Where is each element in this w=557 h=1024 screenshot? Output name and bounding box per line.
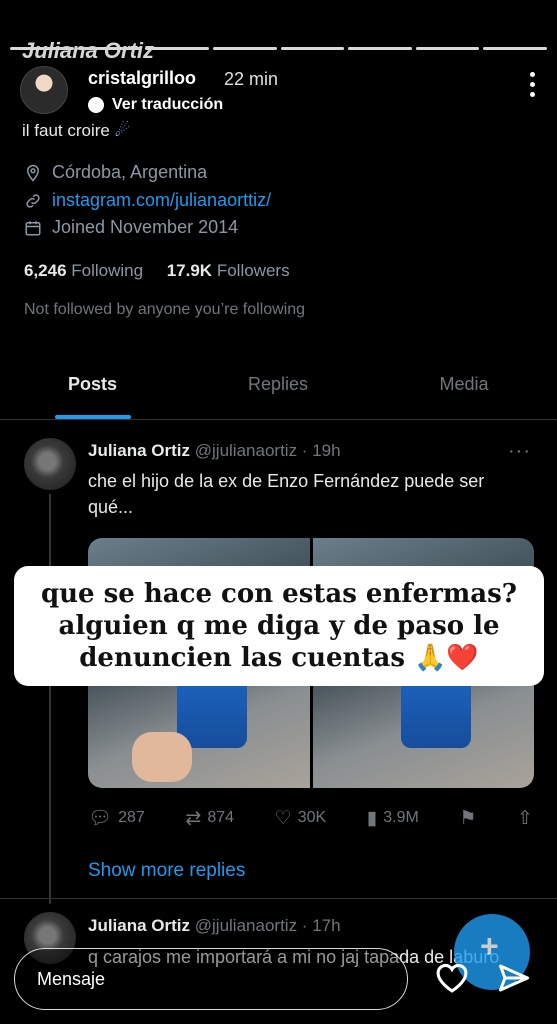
tweet-more-icon[interactable]: ···	[508, 440, 531, 463]
tweet-author-name[interactable]: Juliana Ortiz	[88, 441, 190, 460]
heart-icon[interactable]	[433, 960, 471, 994]
profile-location: Córdoba, Argentina	[24, 162, 207, 183]
profile-joined: Joined November 2014	[24, 217, 238, 238]
retweet-icon: ⇄	[185, 807, 202, 829]
profile-bio: il faut croire ☄	[22, 121, 130, 141]
location-text: Córdoba, Argentina	[52, 162, 208, 182]
tweet-author-name[interactable]: Juliana Ortiz	[88, 916, 190, 935]
views-icon: ▮	[366, 807, 378, 829]
joined-text: Joined November 2014	[52, 217, 239, 237]
bookmark-icon: ⚑	[459, 807, 477, 829]
heart-icon: ♡	[274, 807, 292, 829]
avatar[interactable]	[24, 438, 76, 490]
views-button[interactable]: ▮ 3.9M	[367, 807, 419, 830]
divider	[0, 898, 557, 899]
tweet-text: che el hijo de la ex de Enzo Fernández p…	[88, 471, 485, 517]
translate-button[interactable]: Ver traducción	[88, 96, 223, 114]
translate-icon	[88, 97, 104, 113]
tweet-handle[interactable]: @jjulianaortiz	[195, 916, 297, 935]
overlay-line: que se hace con estas enfermas?	[40, 579, 518, 609]
tab-media[interactable]: Media	[371, 360, 557, 419]
calendar-icon	[25, 220, 41, 235]
progress-segment	[415, 47, 480, 50]
not-followed-note: Not followed by anyone you’re following	[24, 301, 306, 318]
reply-button[interactable]: 💬︎ 287	[88, 806, 145, 830]
story-username[interactable]: cristalgrilloo	[88, 68, 196, 89]
follow-counts: 6,246 Following 17.9K Followers	[24, 261, 290, 281]
more-options-icon[interactable]	[527, 72, 537, 97]
share-button[interactable]: ⇧	[517, 807, 533, 830]
send-icon[interactable]	[496, 960, 532, 996]
progress-segment	[145, 47, 209, 50]
bookmark-button[interactable]: ⚑	[459, 807, 476, 830]
share-icon: ⇧	[517, 807, 533, 829]
thread-line	[49, 494, 51, 904]
overlay-line: alguien q me diga y de paso le	[58, 611, 500, 641]
tweet-time: 19h	[312, 441, 341, 460]
link-icon	[26, 193, 40, 208]
overlay-line: denuncien las cuentas 🙏❤️	[79, 643, 479, 673]
tweet-header: Juliana Ortiz @jjulianaortiz · 17h	[88, 916, 341, 935]
tweet-actions: 💬︎ 287 ⇄ 874 ♡ 30K ▮ 3.9M ⚑ ⇧	[88, 806, 533, 830]
profile-tabs: Posts Replies Media	[0, 360, 557, 420]
tweet-time: 17h	[312, 916, 341, 935]
profile-display-name: Juliana Ortiz	[22, 38, 155, 63]
tab-posts[interactable]: Posts	[0, 360, 185, 419]
progress-segment	[483, 47, 547, 50]
following-link[interactable]: 6,246 Following	[24, 261, 143, 280]
progress-segment	[280, 47, 345, 50]
retweet-button[interactable]: ⇄ 874	[185, 807, 234, 830]
translate-label: Ver traducción	[112, 96, 224, 113]
tweet-header: Juliana Ortiz @jjulianaortiz · 19h	[88, 441, 341, 460]
story-text-overlay: que se hace con estas enfermas? alguien …	[14, 566, 544, 686]
reply-icon: 💬︎	[88, 808, 113, 829]
bottom-strip	[0, 1012, 557, 1024]
followers-link[interactable]: 17.9K Followers	[167, 261, 290, 280]
location-pin-icon	[26, 164, 40, 182]
profile-link-text[interactable]: instagram.com/julianaorttiz/	[52, 190, 271, 211]
show-more-replies-link[interactable]: Show more replies	[88, 860, 245, 882]
progress-segment	[212, 47, 277, 50]
like-button[interactable]: ♡ 30K	[275, 807, 327, 830]
tweet-handle[interactable]: @jjulianaortiz	[195, 441, 297, 460]
bio-text: il faut croire	[22, 121, 110, 140]
message-placeholder: Mensaje	[37, 969, 106, 989]
comet-emoji-icon: ☄	[114, 121, 130, 140]
profile-link[interactable]: instagram.com/julianaorttiz/	[24, 190, 271, 211]
avatar[interactable]	[20, 66, 68, 114]
message-input[interactable]: Mensaje	[14, 948, 408, 1010]
story-header: cristalgrilloo 22 min Ver traducción	[20, 64, 537, 114]
story-time: 22 min	[224, 69, 279, 89]
tab-replies[interactable]: Replies	[185, 360, 371, 419]
progress-segment	[348, 47, 412, 50]
